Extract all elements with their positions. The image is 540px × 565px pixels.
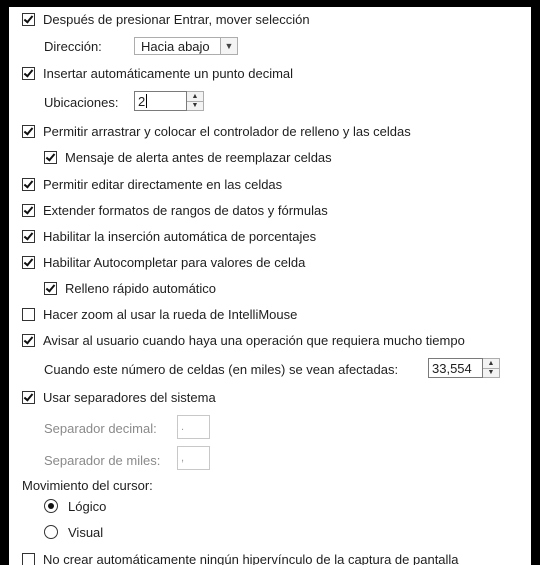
alert-overwrite-label: Mensaje de alerta antes de reemplazar ce… (65, 149, 332, 165)
zoom-intellimouse-option[interactable]: Hacer zoom al usar la rueda de IntelliMo… (22, 304, 297, 324)
cells-threshold-spin-buttons[interactable]: ▲ ▼ (483, 358, 500, 378)
places-spin-buttons[interactable]: ▲ ▼ (187, 91, 204, 111)
direction-label: Dirección: (44, 38, 102, 54)
auto-percent-checkbox[interactable] (22, 229, 35, 243)
spin-up-icon[interactable]: ▲ (187, 92, 203, 102)
system-separators-checkbox[interactable] (22, 390, 35, 404)
zoom-intellimouse-checkbox[interactable] (22, 307, 35, 321)
no-hyperlink-option[interactable]: No crear automáticamente ningún hipervín… (22, 549, 459, 565)
cursor-logical-label: Lógico (68, 498, 107, 514)
autocomplete-label: Habilitar Autocompletar para valores de … (43, 254, 306, 270)
auto-decimal-label: Insertar automáticamente un punto decima… (43, 65, 294, 81)
auto-decimal-checkbox[interactable] (22, 66, 35, 80)
move-selection-checkbox[interactable] (22, 12, 35, 26)
thousands-separator-label: Separador de miles: (44, 452, 161, 468)
auto-percent-label: Habilitar la inserción automática de por… (43, 228, 317, 244)
cursor-visual-label: Visual (68, 524, 104, 540)
cursor-logical-radio[interactable] (44, 499, 58, 513)
flash-fill-checkbox[interactable] (44, 281, 57, 295)
alert-slow-label: Avisar al usuario cuando haya una operac… (43, 332, 465, 348)
system-separators-label: Usar separadores del sistema (43, 389, 216, 405)
direction-row: Dirección: (44, 36, 102, 56)
alert-slow-checkbox[interactable] (22, 333, 35, 347)
no-hyperlink-checkbox[interactable] (22, 552, 35, 565)
no-hyperlink-label: No crear automáticamente ningún hipervín… (43, 551, 459, 565)
cells-threshold-label: Cuando este número de celdas (en miles) … (44, 361, 399, 377)
cells-threshold-row: Cuando este número de celdas (en miles) … (44, 359, 398, 379)
decimal-separator-row: Separador decimal: (44, 418, 157, 438)
move-selection-label: Después de presionar Entrar, mover selec… (43, 11, 310, 27)
cursor-visual-option[interactable]: Visual (44, 522, 103, 542)
fill-handle-option[interactable]: Permitir arrastrar y colocar el controla… (22, 121, 411, 141)
alert-overwrite-checkbox[interactable] (44, 150, 57, 164)
auto-percent-option[interactable]: Habilitar la inserción automática de por… (22, 226, 316, 246)
alert-slow-option[interactable]: Avisar al usuario cuando haya una operac… (22, 330, 465, 350)
spin-down-icon[interactable]: ▼ (187, 102, 203, 111)
extend-formats-option[interactable]: Extender formatos de rangos de datos y f… (22, 200, 328, 220)
direction-value: Hacia abajo (141, 38, 210, 54)
editing-options-panel: Después de presionar Entrar, mover selec… (9, 7, 531, 565)
system-separators-option[interactable]: Usar separadores del sistema (22, 387, 216, 407)
cursor-movement-heading: Movimiento del cursor: (22, 475, 153, 495)
extend-formats-label: Extender formatos de rangos de datos y f… (43, 202, 328, 218)
cells-threshold-input[interactable]: 33,554 (428, 358, 483, 378)
decimal-separator-input: . (177, 415, 210, 439)
edit-in-cell-label: Permitir editar directamente en las celd… (43, 176, 283, 192)
cursor-movement-label: Movimiento del cursor: (22, 477, 153, 493)
cells-threshold-spinner[interactable]: 33,554 ▲ ▼ (428, 358, 500, 378)
autocomplete-option[interactable]: Habilitar Autocompletar para valores de … (22, 252, 305, 272)
fill-handle-checkbox[interactable] (22, 124, 35, 138)
alert-overwrite-option[interactable]: Mensaje de alerta antes de reemplazar ce… (44, 147, 332, 167)
thousands-separator-row: Separador de miles: (44, 450, 160, 470)
edit-in-cell-option[interactable]: Permitir editar directamente en las celd… (22, 174, 282, 194)
cursor-visual-radio[interactable] (44, 525, 58, 539)
fill-handle-label: Permitir arrastrar y colocar el controla… (43, 123, 411, 139)
chevron-down-icon[interactable]: ▼ (220, 38, 237, 54)
flash-fill-label: Relleno rápido automático (65, 280, 217, 296)
cursor-logical-option[interactable]: Lógico (44, 496, 106, 516)
thousands-separator-input: , (177, 446, 210, 470)
flash-fill-option[interactable]: Relleno rápido automático (44, 278, 216, 298)
places-label: Ubicaciones: (44, 94, 119, 110)
autocomplete-checkbox[interactable] (22, 255, 35, 269)
extend-formats-checkbox[interactable] (22, 203, 35, 217)
decimal-separator-label: Separador decimal: (44, 420, 157, 436)
places-spinner[interactable]: 2 ▲ ▼ (134, 91, 204, 111)
zoom-intellimouse-label: Hacer zoom al usar la rueda de IntelliMo… (43, 306, 298, 322)
move-selection-option[interactable]: Después de presionar Entrar, mover selec… (22, 9, 310, 29)
spin-down-icon[interactable]: ▼ (483, 369, 499, 378)
direction-select[interactable]: Hacia abajo ▼ (134, 37, 238, 55)
spin-up-icon[interactable]: ▲ (483, 359, 499, 369)
places-input[interactable]: 2 (134, 91, 187, 111)
places-row: Ubicaciones: (44, 92, 118, 112)
edit-in-cell-checkbox[interactable] (22, 177, 35, 191)
auto-decimal-option[interactable]: Insertar automáticamente un punto decima… (22, 63, 293, 83)
